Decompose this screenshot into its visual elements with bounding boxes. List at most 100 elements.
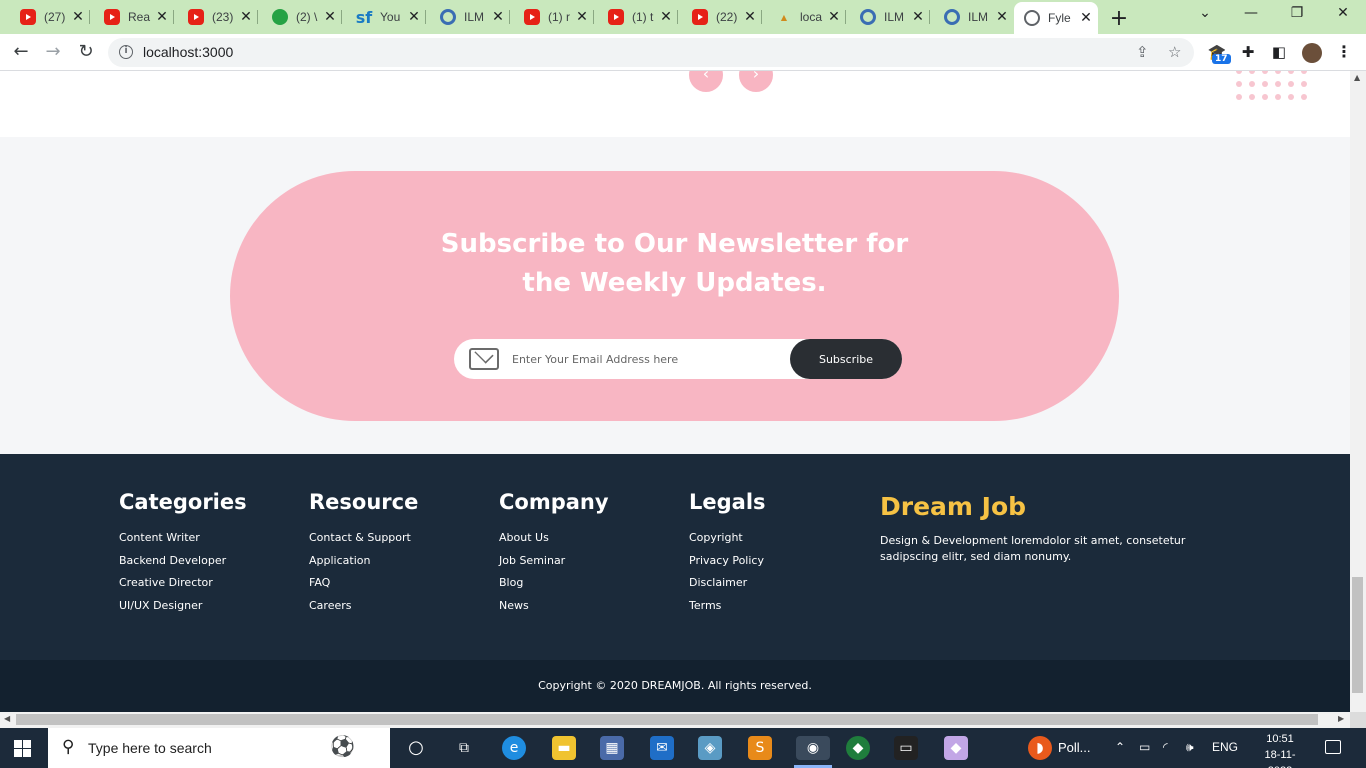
search-highlight-icon[interactable]: ⚽	[330, 734, 355, 758]
browser-tab[interactable]: (1) t ✕	[598, 4, 678, 30]
system-clock[interactable]: 10:51 18-11-2022	[1258, 731, 1302, 768]
footer-link[interactable]: Contact & Support	[309, 527, 418, 550]
browser-tab[interactable]: (2) \ ✕	[262, 4, 342, 30]
browser-tab[interactable]: ILM ✕	[850, 4, 930, 30]
minimize-icon[interactable]: —	[1236, 5, 1266, 21]
footer-link[interactable]: UI/UX Designer	[119, 595, 247, 618]
browser-tab[interactable]: (23) ✕	[178, 4, 258, 30]
browser-tab[interactable]: ILM ✕	[934, 4, 1014, 30]
vertical-scrollbar[interactable]: ▲	[1350, 71, 1366, 712]
git-app-icon[interactable]: ◆	[944, 736, 968, 760]
new-tab-icon[interactable]: +	[1109, 6, 1129, 31]
browser-tab[interactable]: ILM ✕	[430, 4, 510, 30]
task-view-icon[interactable]: ⧉	[452, 736, 476, 760]
notification-center-icon[interactable]	[1325, 740, 1341, 754]
footer-link[interactable]: Terms	[689, 595, 766, 618]
virtualbox-icon[interactable]: ◈	[698, 736, 722, 760]
scroll-up-icon[interactable]: ▲	[1354, 73, 1360, 82]
footer-link[interactable]: Careers	[309, 595, 418, 618]
site-info-icon[interactable]: i	[119, 45, 133, 59]
newsletter-section: Subscribe to Our Newsletter for the Week…	[0, 137, 1350, 454]
close-tab-icon[interactable]: ✕	[994, 9, 1010, 25]
more-menu-icon[interactable]: ⋮	[1336, 42, 1352, 61]
forward-icon[interactable]: →	[41, 40, 65, 64]
tab-title: ILM	[968, 10, 989, 24]
carousel-prev-button[interactable]: ‹	[689, 71, 723, 92]
volume-icon[interactable]: 🕪	[1186, 740, 1194, 755]
tab-search-icon[interactable]: ⌄	[1190, 5, 1220, 21]
scroll-left-icon[interactable]: ◀	[4, 714, 10, 723]
profile-avatar[interactable]	[1302, 43, 1322, 63]
footer-link[interactable]: Application	[309, 550, 418, 573]
chrome-icon[interactable]: ◉	[796, 736, 830, 760]
footer-link[interactable]: News	[499, 595, 609, 618]
browser-tab-active[interactable]: Fyle ✕	[1014, 2, 1098, 34]
restore-icon[interactable]: ❐	[1282, 5, 1312, 21]
close-tab-icon[interactable]: ✕	[574, 9, 590, 25]
footer-link[interactable]: Blog	[499, 572, 609, 595]
horizontal-scrollbar[interactable]: ◀ ▶	[0, 712, 1350, 728]
edge-icon[interactable]: e	[502, 736, 526, 760]
horizontal-scroll-thumb[interactable]	[16, 714, 1318, 725]
vertical-scroll-thumb[interactable]	[1352, 577, 1363, 693]
polling-app-label[interactable]: Poll...	[1058, 740, 1091, 755]
carousel-next-button[interactable]: ›	[739, 71, 773, 92]
scroll-right-icon[interactable]: ▶	[1338, 714, 1344, 723]
url-text[interactable]: localhost:3000	[143, 44, 233, 60]
close-tab-icon[interactable]: ✕	[1078, 10, 1094, 26]
email-input[interactable]	[512, 349, 782, 369]
browser-tab[interactable]: ▲ loca ✕	[766, 4, 846, 30]
taskbar-search[interactable]: ⚲ Type here to search ⚽	[48, 728, 390, 768]
battery-icon[interactable]: ▭	[1139, 740, 1150, 754]
browser-tab[interactable]: sf You ✕	[346, 4, 426, 30]
footer-link[interactable]: Privacy Policy	[689, 550, 766, 573]
address-bar[interactable]: i localhost:3000 ⇪ ☆	[108, 38, 1194, 67]
close-tab-icon[interactable]: ✕	[742, 9, 758, 25]
tab-title: (22)	[716, 10, 738, 24]
close-tab-icon[interactable]: ✕	[826, 9, 842, 25]
close-tab-icon[interactable]: ✕	[658, 9, 674, 25]
mongodb-compass-icon[interactable]: ◆	[846, 736, 870, 760]
footer-link[interactable]: FAQ	[309, 572, 418, 595]
reload-icon[interactable]: ↻	[74, 40, 98, 64]
close-tab-icon[interactable]: ✕	[490, 9, 506, 25]
bookmark-star-icon[interactable]: ☆	[1168, 43, 1181, 61]
footer-link[interactable]: Disclaimer	[689, 572, 766, 595]
store-icon[interactable]: ▦	[600, 736, 624, 760]
browser-tab[interactable]: (22) ✕	[682, 4, 762, 30]
search-icon: ⚲	[62, 737, 75, 757]
subscribe-button[interactable]: Subscribe	[790, 339, 902, 379]
close-tab-icon[interactable]: ✕	[70, 9, 86, 25]
close-tab-icon[interactable]: ✕	[154, 9, 170, 25]
extensions-puzzle-icon[interactable]: ✚	[1238, 42, 1258, 62]
file-explorer-icon[interactable]: ▬	[552, 736, 576, 760]
close-tab-icon[interactable]: ✕	[406, 9, 422, 25]
carousel-section: ‹ ›	[0, 71, 1350, 137]
sublime-text-icon[interactable]: S	[748, 736, 772, 760]
close-tab-icon[interactable]: ✕	[238, 9, 254, 25]
footer-link[interactable]: About Us	[499, 527, 609, 550]
browser-tab[interactable]: (1) r ✕	[514, 4, 594, 30]
windows-start-icon[interactable]	[14, 740, 31, 757]
footer-link[interactable]: Creative Director	[119, 572, 247, 595]
show-hidden-icons-icon[interactable]: ⌃	[1115, 740, 1125, 754]
footer-link[interactable]: Content Writer	[119, 527, 247, 550]
side-panel-icon[interactable]: ◧	[1269, 42, 1289, 62]
language-indicator[interactable]: ENG	[1212, 740, 1238, 754]
footer-link[interactable]: Backend Developer	[119, 550, 247, 573]
footer-link[interactable]: Copyright	[689, 527, 766, 550]
share-icon[interactable]: ⇪	[1136, 43, 1149, 61]
browser-tab[interactable]: Rea ✕	[94, 4, 174, 30]
mail-app-icon[interactable]: ✉	[650, 736, 674, 760]
cortana-icon[interactable]: ○	[404, 736, 428, 760]
polling-app-icon[interactable]: ◗	[1028, 736, 1052, 760]
back-icon[interactable]: ←	[9, 40, 33, 64]
wifi-icon[interactable]: ◜	[1163, 740, 1168, 754]
terminal-icon[interactable]: ▭	[894, 736, 918, 760]
close-tab-icon[interactable]: ✕	[322, 9, 338, 25]
tab-title: Fyle	[1048, 11, 1071, 25]
close-window-icon[interactable]: ✕	[1328, 5, 1358, 21]
footer-link[interactable]: Job Seminar	[499, 550, 609, 573]
browser-tab[interactable]: (27) ✕	[10, 4, 90, 30]
close-tab-icon[interactable]: ✕	[910, 9, 926, 25]
